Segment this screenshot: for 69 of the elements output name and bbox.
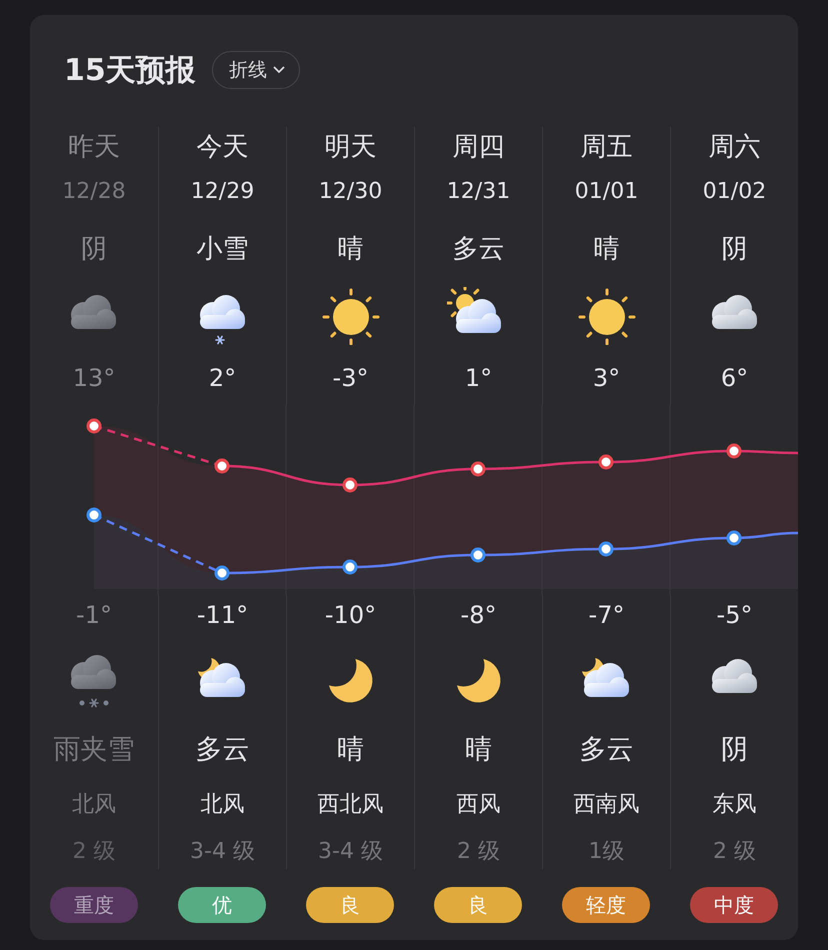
high-temperature: -3° [332, 363, 368, 394]
wind-direction: 北风 [72, 791, 116, 819]
weather-condition: 晴 [465, 733, 492, 767]
wind-direction: 西风 [456, 791, 500, 819]
data-point [470, 462, 486, 476]
data-point [342, 560, 358, 574]
date: 01/02 [702, 178, 766, 206]
data-point [726, 444, 742, 458]
data-point [86, 508, 102, 522]
high-temperature: 6° [720, 363, 748, 394]
weather-condition: 多云 [452, 233, 504, 266]
chevron-icon [272, 66, 285, 74]
wind-level: 3-4 级 [190, 838, 255, 866]
date: 12/30 [318, 178, 382, 206]
high-temperature: 1° [464, 363, 492, 394]
date: 01/01 [574, 178, 638, 206]
day-name: 周五 [580, 131, 632, 164]
weather-condition: 阴 [721, 733, 748, 767]
date: 12/28 [62, 178, 126, 206]
low-temperature: -8° [460, 600, 496, 631]
high-temperature: 13° [72, 363, 116, 394]
date: 12/31 [446, 178, 510, 206]
wind-level: 2 级 [457, 838, 500, 866]
low-temperature: -1° [76, 600, 112, 631]
chart-type-dropdown[interactable]: 折线 [212, 51, 300, 89]
data-point [470, 548, 486, 562]
weather-condition: 晴 [594, 233, 620, 266]
air-quality-badge: 轻度 [562, 887, 650, 923]
low-temperature: -7° [588, 600, 624, 631]
day-name: 周六 [708, 131, 760, 164]
weather-condition: 多云 [580, 733, 634, 767]
day-name: 周四 [452, 131, 504, 164]
title: 15天预报 [64, 52, 196, 90]
weather-condition: 雨夹雪 [54, 733, 134, 767]
wind-level: 2 级 [72, 838, 116, 866]
data-point [86, 418, 102, 434]
day-name: 今天 [196, 131, 248, 164]
weather-condition: 阴 [722, 233, 748, 266]
day-name: 昨天 [68, 131, 120, 164]
wind-direction: 北风 [200, 791, 244, 819]
weather-condition: 多云 [196, 733, 250, 767]
low-temperature: -10° [324, 600, 376, 631]
wind-level: 3-4 级 [318, 838, 383, 866]
air-quality-badge: 重度 [50, 887, 138, 923]
data-point [598, 542, 614, 556]
day-name: 明天 [324, 131, 376, 164]
date: 12/29 [190, 178, 254, 206]
data-point [598, 454, 614, 470]
wind-level: 1级 [588, 838, 624, 866]
wind-level: 2 级 [713, 838, 756, 866]
data-point [726, 530, 742, 546]
air-quality-badge: 中度 [690, 887, 778, 923]
high-temperature: 3° [592, 363, 620, 394]
air-quality-badge: 良 [306, 887, 394, 923]
data-point [214, 566, 230, 580]
data-point [214, 458, 230, 474]
air-quality-badge: 良 [434, 887, 522, 923]
data-point [342, 478, 358, 492]
wind-direction: 西北风 [318, 791, 384, 819]
weather-condition: 阴 [81, 233, 107, 266]
weather-condition: 晴 [338, 233, 364, 266]
high-temperature: 2° [208, 363, 236, 394]
low-temperature: -11° [196, 600, 248, 631]
low-temperature: -5° [716, 600, 752, 631]
weather-condition: 小雪 [196, 233, 248, 266]
air-quality-badge: 优 [178, 887, 266, 923]
wind-direction: 西南风 [574, 791, 640, 819]
weather-condition: 晴 [337, 733, 364, 767]
wind-direction: 东风 [712, 791, 756, 819]
